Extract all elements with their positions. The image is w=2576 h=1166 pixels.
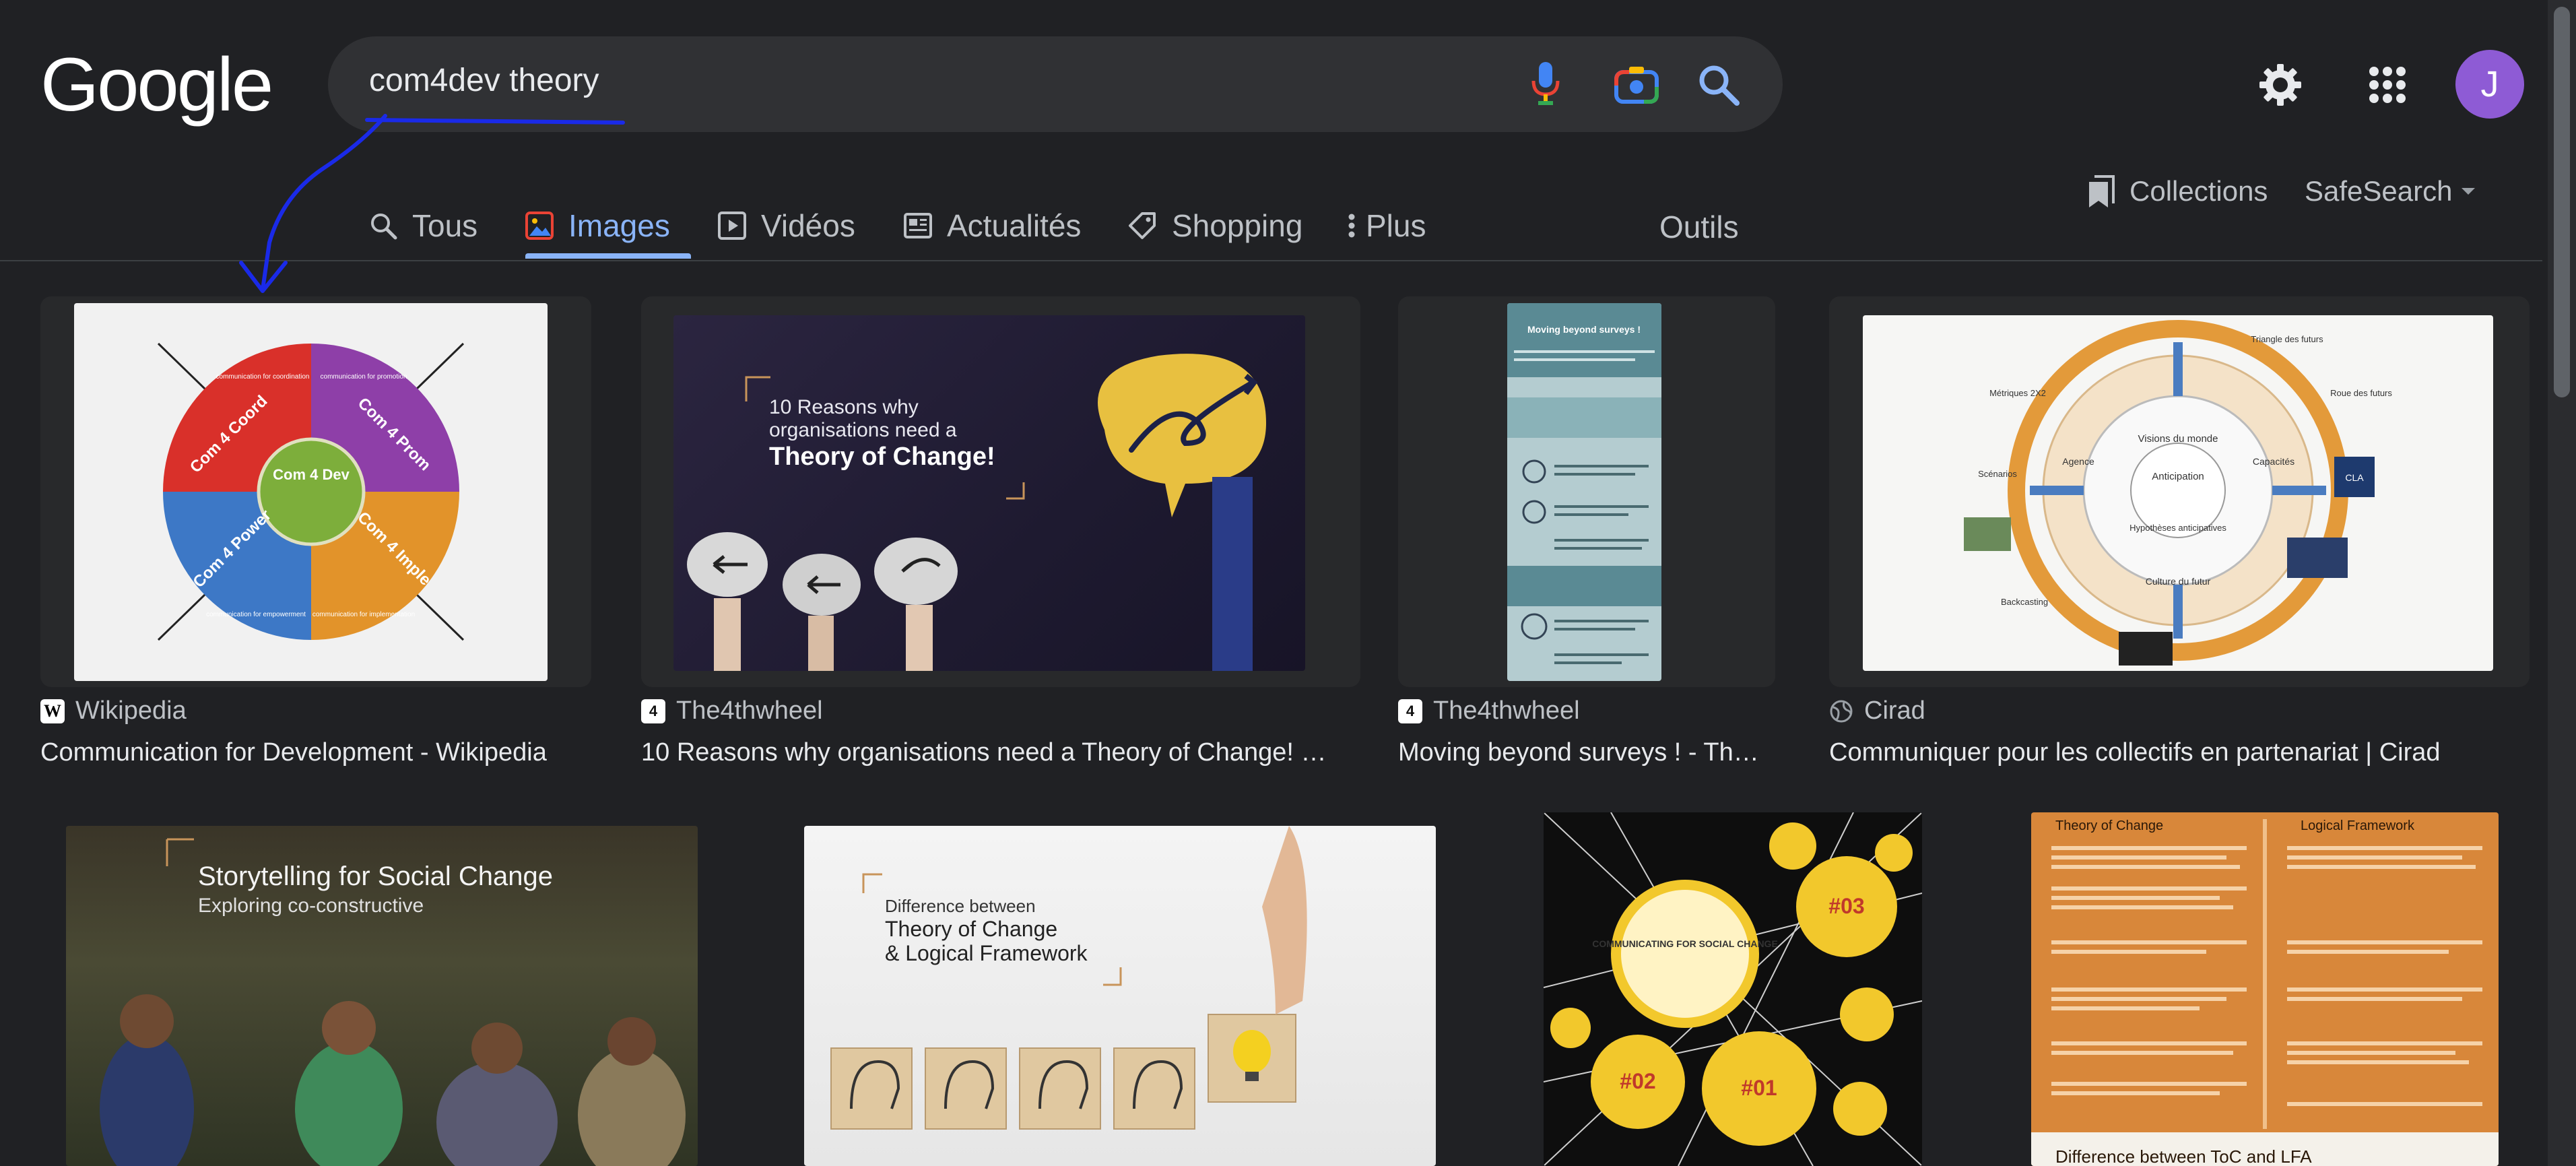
result-source[interactable]: W Wikipedia [40, 697, 187, 725]
news-icon [904, 213, 932, 238]
result-thumbnail-5[interactable]: Storytelling for Social Change Exploring… [66, 826, 698, 1166]
segment-caption: communication for empowerment [206, 611, 306, 618]
theory-of-change-banner: 10 Reasons why organisations need a Theo… [687, 354, 1266, 671]
camera-lens-icon[interactable] [1610, 58, 1663, 112]
result-source[interactable]: Cirad [1829, 697, 1925, 725]
bookmarks-icon [2089, 175, 2115, 207]
scrollbar-thumb[interactable] [2554, 7, 2570, 397]
diagram-label: Anticipation [2152, 471, 2204, 482]
banner-line: organisations need a [769, 419, 957, 441]
result-thumbnail-4[interactable]: Visions du monde Anticipation Hypothèses… [1863, 315, 2493, 671]
collections-label: Collections [2129, 175, 2268, 207]
result-thumbnail-1[interactable]: Com 4 Dev Com 4 Coord Com 4 Prom Com 4 P… [74, 303, 548, 681]
network-heading: COMMUNICATING FOR SOCIAL CHANGE [1592, 938, 1778, 949]
source-name: The4thwheel [676, 697, 823, 725]
result-thumbnail-3[interactable]: Moving beyond surveys ! [1507, 303, 1661, 681]
diagram-label: Visions du monde [2138, 433, 2218, 445]
the4thwheel-icon: 4 [1398, 699, 1422, 723]
anticipation-cycle-diagram: Visions du monde Anticipation Hypothèses… [1964, 320, 2392, 666]
infographic-heading: Moving beyond surveys ! [1527, 324, 1641, 335]
tab-label: Plus [1366, 208, 1426, 243]
result-title[interactable]: Communication for Development - Wikipedi… [40, 738, 579, 767]
diagram-label: Triangle des futurs [2251, 334, 2323, 344]
banner-line: 10 Reasons why [769, 396, 919, 418]
tab-label: Shopping [1172, 208, 1303, 243]
result-title[interactable]: Moving beyond surveys ! - The... [1398, 738, 1769, 767]
source-name: The4thwheel [1433, 697, 1580, 725]
diagram-label: Métriques 2X2 [1989, 388, 2046, 398]
microphone-icon[interactable] [1521, 59, 1571, 109]
tools-label: Outils [1659, 209, 1739, 245]
play-icon [718, 212, 746, 240]
storytelling-photo: Storytelling for Social Change Exploring… [100, 838, 686, 1166]
wheel-center-label: Com 4 Dev [273, 466, 350, 483]
diagram-label: Roue des futurs [2330, 388, 2392, 398]
image-line: Difference between [885, 896, 1036, 916]
the4thwheel-icon: 4 [641, 699, 665, 723]
wikipedia-icon: W [40, 699, 65, 723]
comparison-column-title: Logical Framework [2301, 818, 2415, 833]
com4dev-wheel-image: Com 4 Dev Com 4 Coord Com 4 Prom Com 4 P… [157, 342, 465, 641]
image-line: & Logical Framework [885, 941, 1088, 965]
tab-shopping[interactable]: Shopping [1127, 195, 1302, 256]
result-title[interactable]: Communiquer pour les collectifs en parte… [1829, 738, 2530, 767]
result-thumbnail-6[interactable]: Difference between Theory of Change & Lo… [804, 826, 1436, 1166]
result-source[interactable]: 4 The4thwheel [641, 697, 823, 725]
globe-icon [1830, 700, 1853, 722]
source-name: Cirad [1864, 697, 1925, 725]
safesearch-dropdown[interactable]: SafeSearch [2305, 174, 2476, 209]
result-title[interactable]: 10 Reasons why organisations need a Theo… [641, 738, 1335, 767]
network-badge: #03 [1828, 894, 1864, 918]
result-source[interactable]: 4 The4thwheel [1398, 697, 1580, 725]
tab-more[interactable]: Plus [1347, 195, 1426, 256]
tab-label: Actualités [947, 208, 1082, 243]
segment-caption: communication for coordination [216, 373, 310, 381]
result-thumbnail-8[interactable]: Theory of Change Logical Framework Diffe… [2031, 812, 2499, 1166]
toc-logframe-comparison-image: Theory of Change Logical Framework Diffe… [2031, 818, 2499, 1166]
annotation-arrow [239, 114, 625, 293]
diagram-label: CLA [2345, 472, 2364, 483]
apps-grid-icon[interactable] [2360, 58, 2414, 112]
collections-button[interactable]: Collections [2086, 174, 2268, 209]
diagram-label: Scénarios [1978, 469, 2017, 479]
toc-vs-logframe-image: Difference between Theory of Change & Lo… [830, 826, 1307, 1130]
social-change-network-image: COMMUNICATING FOR SOCIAL CHANGE #03 #01 … [1544, 812, 1922, 1166]
avatar-letter: J [2480, 64, 2499, 104]
search-icon[interactable] [1692, 58, 1746, 112]
photo-subtitle: Exploring co-constructive [198, 895, 424, 917]
account-avatar[interactable]: J [2455, 50, 2524, 119]
result-thumbnail-2[interactable]: 10 Reasons why organisations need a Theo… [673, 315, 1305, 671]
diagram-label: Backcasting [2001, 597, 2048, 607]
settings-gear-icon[interactable] [2253, 58, 2307, 112]
tag-icon [1129, 212, 1156, 239]
network-badge: #02 [1620, 1069, 1655, 1093]
more-vert-icon [1348, 214, 1355, 238]
safesearch-label: SafeSearch [2305, 175, 2453, 207]
banner-line: Theory of Change! [769, 443, 995, 471]
result-thumbnail-7[interactable]: COMMUNICATING FOR SOCIAL CHANGE #03 #01 … [1544, 812, 1922, 1166]
diagram-label: Agence [2062, 456, 2094, 467]
segment-caption: communication for implementation [312, 611, 415, 618]
diagram-label: Capacités [2253, 456, 2294, 467]
segment-caption: communication for promotion [321, 373, 407, 381]
infographic-image: Moving beyond surveys ! [1507, 303, 1661, 664]
photo-title: Storytelling for Social Change [198, 862, 553, 891]
network-badge: #01 [1741, 1076, 1777, 1100]
comparison-column-title: Theory of Change [2055, 818, 2163, 833]
tab-news[interactable]: Actualités [904, 195, 1081, 256]
tools-button[interactable]: Outils [1659, 197, 1739, 257]
source-name: Wikipedia [75, 697, 187, 725]
diagram-label: Hypothèses anticipatives [2129, 523, 2226, 533]
chevron-down-icon [2462, 188, 2476, 195]
tab-videos[interactable]: Vidéos [718, 195, 855, 256]
tab-label: Vidéos [761, 208, 855, 243]
image-line: Theory of Change [885, 917, 1057, 941]
comparison-footer: Difference between ToC and LFA [2055, 1146, 2312, 1166]
search-input[interactable]: com4dev theory [369, 62, 599, 99]
diagram-label: Culture du futur [2146, 576, 2211, 587]
